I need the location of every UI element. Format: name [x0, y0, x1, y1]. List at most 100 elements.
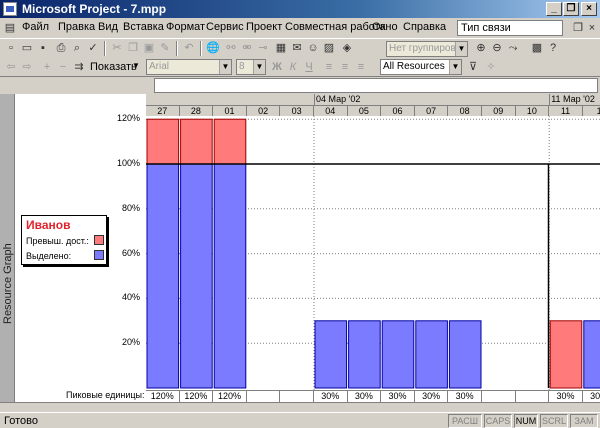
filter-value: All Resources [383, 61, 445, 72]
allocated-bar [448, 320, 482, 389]
chevron-down-icon[interactable]: ▼ [449, 60, 461, 74]
toolbar-separator [176, 41, 178, 56]
allocated-bar [348, 320, 381, 389]
minus-icon[interactable]: − [56, 60, 70, 74]
link-tasks-icon[interactable]: ⚯ [224, 41, 238, 55]
zoom-out-icon[interactable]: ⊖ [490, 41, 504, 55]
toolbar-separator [200, 41, 202, 56]
print-icon[interactable]: ⎙ [54, 41, 68, 55]
chevron-down-icon[interactable]: ▼ [455, 42, 467, 56]
menu-help[interactable]: Справка [403, 21, 446, 33]
child-restore-icon[interactable]: ❐ [571, 21, 585, 35]
day-label: 11 [549, 105, 583, 116]
align-center-icon[interactable]: ≡ [338, 60, 352, 74]
bold-button[interactable]: Ж [270, 60, 284, 74]
underline-button[interactable]: Ч [302, 60, 316, 74]
view-bar[interactable]: Resource Graph [0, 94, 15, 412]
nonworking-day [515, 116, 550, 390]
status-indicator: SCRL [540, 414, 568, 428]
resource-graph[interactable] [146, 116, 600, 390]
split-task-icon[interactable]: ⊸ [256, 41, 270, 55]
unlink-tasks-icon[interactable]: ⚮ [240, 41, 254, 55]
filter-combo[interactable]: All Resources ▼ [380, 59, 462, 75]
arrow-left-icon[interactable]: ⇦ [4, 60, 18, 74]
menu-insert[interactable]: Вставка [123, 21, 164, 33]
resource-legend: Иванов Превыш. дост.: Выделено: [21, 215, 107, 265]
new-icon[interactable]: ▫ [4, 41, 18, 55]
allocated-bar [146, 163, 180, 389]
day-label: 01 [213, 105, 247, 116]
save-icon[interactable]: ▪ [36, 41, 50, 55]
minimize-icon[interactable]: _ [546, 2, 562, 16]
overallocated-bar [213, 118, 247, 165]
task-notes-icon[interactable]: ✉ [290, 41, 304, 55]
title-bar: Microsoft Project - 7.mpp _ ❐ × [0, 0, 600, 18]
menu-file[interactable]: Файл [22, 21, 49, 33]
day-label: 1 [582, 105, 600, 116]
allocated-bar [583, 320, 600, 389]
day-label: 09 [482, 105, 516, 116]
restore-icon[interactable]: ❐ [563, 2, 579, 16]
copy-picture-icon[interactable]: ▨ [322, 41, 336, 55]
horizontal-scrollbar[interactable] [0, 402, 600, 412]
allocated-bar [381, 320, 415, 389]
help-icon[interactable]: ? [546, 41, 560, 55]
spelling-icon[interactable]: ✓ [86, 41, 100, 55]
task-info-icon[interactable]: ▦ [274, 41, 288, 55]
legend-overallocated-label: Превыш. дост.: [26, 236, 89, 246]
entry-field[interactable] [154, 78, 598, 93]
standard-toolbar: ▫ ▭ ▪ ⎙ ⌕ ✓ ✂ ❐ ▣ ✎ ↶ 🌐 ⚯ ⚮ ⊸ ▦ ✉ ☺ ▨ ◈ … [0, 38, 600, 58]
align-right-icon[interactable]: ≡ [354, 60, 368, 74]
chevron-down-icon[interactable]: ▼ [219, 60, 231, 74]
plus-icon[interactable]: + [40, 60, 54, 74]
project-app-icon[interactable] [3, 2, 17, 16]
hyperlink-icon[interactable]: 🌐 [206, 41, 220, 55]
child-close-icon[interactable]: × [585, 21, 599, 35]
copy-icon[interactable]: ❐ [126, 41, 140, 55]
autofilter-icon[interactable]: ⊽ [466, 60, 480, 74]
peak-cell: 30% [314, 391, 348, 402]
menu-collaborate[interactable]: Совместная работа [285, 21, 386, 33]
peak-cell: 120% [213, 391, 247, 402]
graph-legend-pane: Иванов Превыш. дост.: Выделено: 20% 40% 60… [15, 94, 146, 412]
menu-view[interactable]: Вид [98, 21, 118, 33]
font-value: Arial [149, 61, 170, 72]
cut-icon[interactable]: ✂ [110, 41, 124, 55]
open-icon[interactable]: ▭ [20, 41, 34, 55]
copy-picture-wizard-icon[interactable]: ▩ [530, 41, 544, 55]
show-icon[interactable]: ⇉ [72, 60, 86, 74]
document-icon[interactable]: ▤ [3, 21, 17, 35]
window-title: Microsoft Project - 7.mpp [22, 2, 167, 16]
close-icon[interactable]: × [581, 2, 597, 16]
publish-icon[interactable]: ◈ [340, 41, 354, 55]
timescale[interactable]: 04 Мар '02 11 Мар '02 27 28 01 02 03 04 05 06 07 08… [146, 94, 600, 116]
week-label: 11 Мар '02 [551, 94, 595, 104]
show-button[interactable]: Показать [90, 61, 137, 73]
menu-project[interactable]: Проект [246, 21, 282, 33]
menu-format[interactable]: Формат [166, 21, 205, 33]
chevron-down-icon[interactable]: ▼ [253, 60, 265, 74]
menu-window[interactable]: Окно [372, 21, 398, 33]
goto-task-icon[interactable]: ⤳ [506, 41, 520, 55]
font-size-combo[interactable]: 8 ▼ [236, 59, 266, 75]
assign-resources-icon[interactable]: ☺ [306, 41, 320, 55]
paste-icon[interactable]: ▣ [142, 41, 156, 55]
italic-button[interactable]: К [286, 60, 300, 74]
arrow-right-icon[interactable]: ⇨ [20, 60, 34, 74]
menu-tools[interactable]: Сервис [206, 21, 244, 33]
zoom-in-icon[interactable]: ⊕ [474, 41, 488, 55]
chevron-down-icon[interactable]: ▼ [132, 61, 140, 70]
print-preview-icon[interactable]: ⌕ [70, 41, 84, 55]
peak-cell: 30% [381, 391, 415, 402]
grouping-combo[interactable]: Нет группировки ▼ [386, 41, 468, 57]
status-indicator: NUM [514, 414, 538, 428]
format-painter-icon[interactable]: ✎ [158, 41, 172, 55]
align-left-icon[interactable]: ≡ [322, 60, 336, 74]
font-combo[interactable]: Arial ▼ [146, 59, 232, 75]
allocated-bar [415, 320, 448, 389]
menu-edit[interactable]: Правка [58, 21, 95, 33]
day-label: 07 [414, 105, 449, 116]
undo-icon[interactable]: ↶ [182, 41, 196, 55]
help-search-input[interactable]: Тип связи [457, 20, 563, 36]
gantt-wizard-icon[interactable]: ✧ [484, 60, 498, 74]
